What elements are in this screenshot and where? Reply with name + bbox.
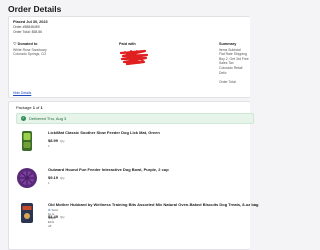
donated-line-2: Colorado Springs, CO (13, 52, 47, 57)
package-card: Package 1 of 1 ✓ Delivered Thu, Aug 3 Lic… (8, 101, 258, 250)
order-meta: Placed Jul 30, 2023 Order #58848489 Orde… (13, 20, 48, 35)
donated-heading: ♡Donated to (13, 41, 38, 46)
heart-icon: ♡ (13, 41, 17, 46)
dog-treats-bag-product-image[interactable] (16, 202, 38, 224)
order-summary-card: Placed Jul 30, 2023 Order #58848489 Orde… (8, 16, 250, 98)
item-price: $9.19 Qty 1 (48, 175, 65, 185)
item-price: $4.49 Qty 1 (48, 214, 65, 224)
summary-heading: Summary (219, 42, 237, 46)
summary-section: Summary Items Subtotal Flat Rate Shippin… (219, 42, 250, 84)
item-name[interactable]: Outward Hound Fun Feeder Interactive Dog… (48, 167, 253, 172)
order-total: Order Total: $58.86 (13, 30, 42, 34)
slow-feeder-bowl-product-image[interactable] (16, 167, 38, 189)
check-circle-icon: ✓ (21, 116, 26, 122)
hide-details-link[interactable]: Hide Details (13, 91, 31, 95)
donated-section: ♡Donated to White Rose Sanctuary Colorad… (13, 41, 47, 57)
delivered-text: Delivered Thu, Aug 3 (29, 116, 67, 121)
package-title: Package 1 of 1 (16, 105, 43, 110)
item-price: $8.99 Qty 1 (48, 138, 65, 148)
payment-redaction-scribble (119, 49, 149, 66)
summary-line: Colorado Retail Deliv (219, 65, 243, 75)
item-name[interactable]: LickiMat Classic Soother Slow Feeder Dog… (48, 130, 253, 135)
paid-heading: Paid with (119, 42, 136, 46)
item-name[interactable]: Old Mother Hubbard by Wellness Training … (48, 202, 258, 207)
summary-order-total: Order Total (219, 79, 236, 84)
page-title: Order Details (8, 4, 62, 14)
lick-mat-product-image[interactable] (16, 130, 38, 152)
delivered-status-banner: ✓ Delivered Thu, Aug 3 (16, 113, 254, 124)
